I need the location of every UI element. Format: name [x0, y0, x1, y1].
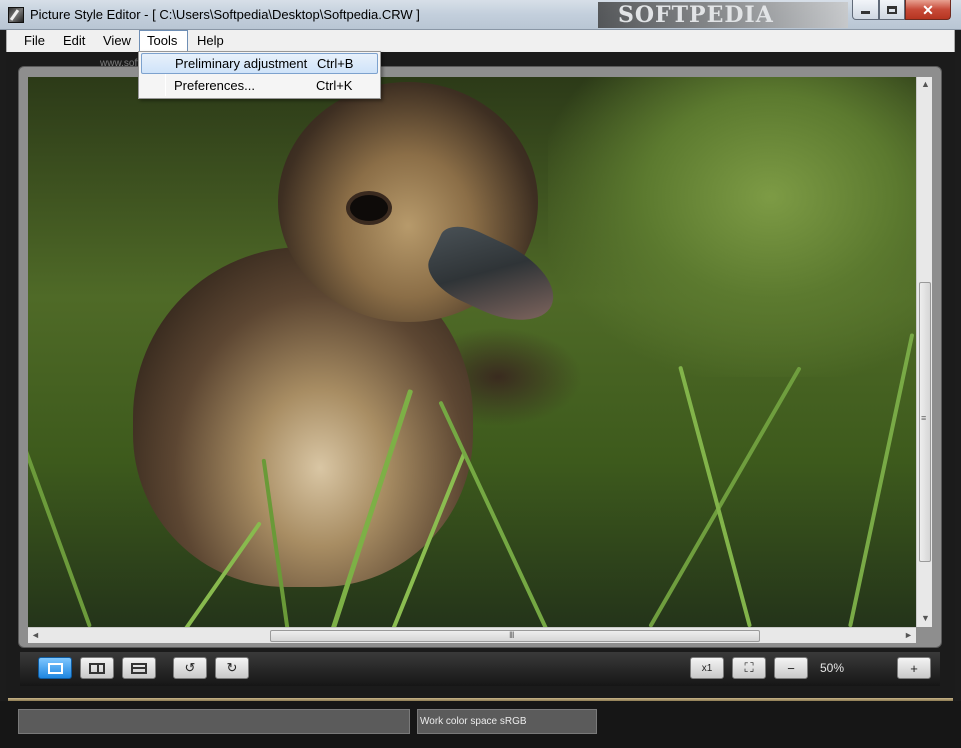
- tools-dropdown-menu: Preliminary adjustment Ctrl+B Preference…: [138, 51, 381, 99]
- zoom-in-icon: +: [910, 660, 918, 676]
- menu-item-label: Preferences...: [174, 78, 255, 93]
- grass-blade: [28, 419, 92, 627]
- softpedia-logo: SOFTPEDIA: [598, 2, 848, 28]
- menu-item-preliminary-adjustment[interactable]: Preliminary adjustment Ctrl+B: [141, 53, 378, 74]
- grass-blade: [848, 333, 915, 627]
- menu-item-shortcut: Ctrl+B: [317, 56, 354, 71]
- menu-view[interactable]: View: [96, 30, 138, 52]
- title-bar: Picture Style Editor - [ C:\Users\Softpe…: [0, 0, 961, 30]
- app-icon[interactable]: [8, 7, 24, 23]
- actual-pixels-icon: x1: [701, 662, 713, 674]
- window-title: Picture Style Editor - [ C:\Users\Softpe…: [30, 7, 420, 22]
- close-button[interactable]: ✕: [905, 0, 951, 20]
- rotate-left-icon: ↺: [184, 660, 196, 675]
- split-horizontal-icon: [131, 662, 147, 674]
- single-view-button[interactable]: [38, 657, 72, 679]
- status-message: [18, 709, 410, 734]
- grass-blade: [438, 400, 552, 627]
- menu-help[interactable]: Help: [190, 30, 231, 52]
- menu-item-shortcut: Ctrl+K: [316, 78, 353, 93]
- actual-pixels-button[interactable]: x1: [690, 657, 724, 679]
- duck-eye: [350, 195, 388, 221]
- single-view-icon: [47, 662, 63, 674]
- color-space-status: Work color space sRGB: [417, 709, 597, 734]
- split-vertical-icon: [89, 662, 105, 674]
- menu-edit[interactable]: Edit: [56, 30, 92, 52]
- maximize-button[interactable]: [879, 0, 905, 20]
- grass-blade: [678, 365, 752, 627]
- menu-item-label: Preliminary adjustment: [175, 56, 308, 71]
- zoom-out-icon: −: [787, 660, 795, 676]
- scroll-left-icon[interactable]: ◄: [31, 630, 40, 640]
- menu-file[interactable]: File: [17, 30, 52, 52]
- menu-bar: File Edit View Tools Help: [6, 30, 955, 52]
- fit-to-window-button[interactable]: ⛶: [732, 657, 766, 679]
- maximize-icon: [887, 5, 897, 14]
- horizontal-scroll-thumb[interactable]: III: [270, 630, 760, 642]
- zoom-out-button[interactable]: −: [774, 657, 808, 679]
- duckling-photo[interactable]: [28, 77, 916, 627]
- grass-blade: [648, 366, 802, 627]
- menu-tools[interactable]: Tools: [139, 30, 188, 52]
- rotate-right-button[interactable]: ↻: [215, 657, 249, 679]
- close-icon: ✕: [922, 1, 934, 18]
- vertical-scrollbar[interactable]: ▲ ≡ ▼: [916, 77, 932, 627]
- split-horizontal-button[interactable]: [122, 657, 156, 679]
- scroll-right-icon[interactable]: ►: [904, 630, 913, 640]
- grip-icon: III: [509, 630, 514, 640]
- photo-background: [548, 77, 916, 377]
- rotate-right-icon: ↻: [226, 660, 238, 675]
- minimize-icon: [861, 11, 870, 14]
- zoom-level: 50%: [820, 661, 845, 675]
- rotate-left-button[interactable]: ↺: [173, 657, 207, 679]
- split-vertical-button[interactable]: [80, 657, 114, 679]
- zoom-in-button[interactable]: +: [897, 657, 931, 679]
- fit-icon: ⛶: [744, 660, 754, 675]
- minimize-button[interactable]: [852, 0, 879, 20]
- horizontal-scrollbar[interactable]: ◄ III ►: [28, 627, 916, 643]
- vertical-scroll-thumb[interactable]: ≡: [919, 282, 931, 562]
- grip-icon: ≡: [921, 413, 926, 423]
- menu-item-preferences[interactable]: Preferences... Ctrl+K: [141, 75, 378, 96]
- scroll-down-icon[interactable]: ▼: [921, 613, 930, 623]
- scroll-up-icon[interactable]: ▲: [921, 79, 930, 89]
